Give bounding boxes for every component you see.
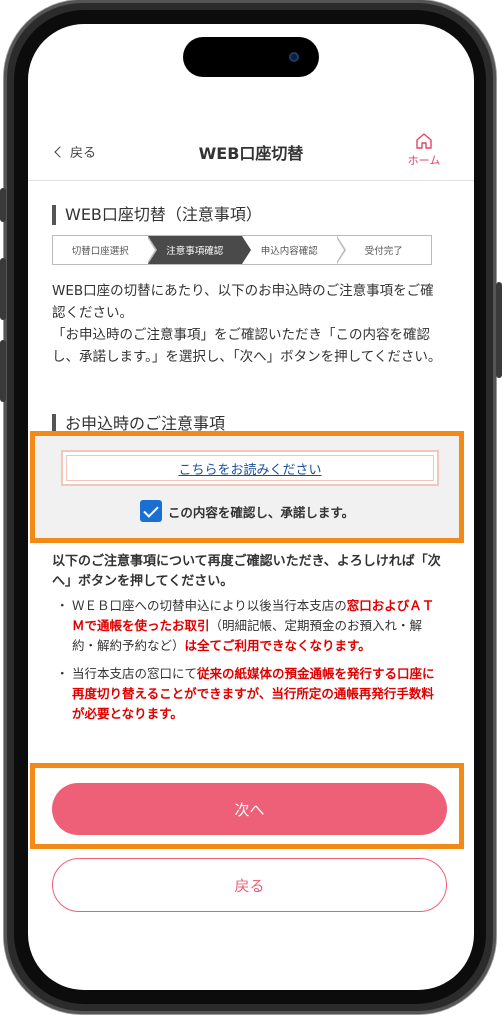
phone-power-button (496, 282, 502, 378)
step-4: 受付完了 (337, 236, 432, 264)
phone-volume-up (0, 258, 6, 320)
step-arrow-icon (146, 236, 157, 264)
app-header: 戻る WEB口座切替 ホーム (28, 122, 474, 181)
note-1-text: ＷＥＢ口座への切替申込により以後当行本支店の窓口およびＡＴＭで通帳を使ったお取引… (72, 596, 444, 656)
list-item: ・ 当行本支店の窓口にて従来の紙媒体の預金通帳を発行する口座に再度切り替えること… (56, 664, 444, 724)
intro-paragraph-2: 「お申込時のご注意事項」をご確認いただき「この内容を確認し、承諾します。」を選択… (52, 327, 442, 365)
step-2-active: 注意事項確認 (147, 236, 251, 264)
step-label: 注意事項確認 (166, 246, 224, 257)
home-icon (416, 133, 432, 149)
reconfirm-notice: 以下のご注意事項について再度ご確認いただき、よろしければ「次へ」ボタンを押してく… (52, 554, 441, 589)
note-2-part-a: 当行本支店の窓口にて (72, 666, 198, 681)
agree-checkbox[interactable] (139, 500, 162, 522)
step-label: 受付完了 (364, 246, 403, 257)
note-2-text: 当行本支店の窓口にて従来の紙媒体の預金通帳を発行する口座に再度切り替えることがで… (72, 664, 444, 724)
intro-text: WEB口座の切替にあたり、以下のお申込時のご注意事項をご確認ください。 「お申込… (52, 280, 444, 368)
home-label: ホーム (407, 154, 441, 167)
agree-checkbox-row[interactable]: この内容を確認し、承諾します。 (35, 500, 459, 522)
read-notes-box: こちらをお読みください (61, 450, 439, 486)
notes-list: ・ ＷＥＢ口座への切替申込により以後当行本支店の窓口およびＡＴＭで通帳を使ったお… (56, 596, 444, 732)
agree-checkbox-label[interactable]: この内容を確認し、承諾します。 (168, 502, 354, 521)
list-item: ・ ＷＥＢ口座への切替申込により以後当行本支店の窓口およびＡＴＭで通帳を使ったお… (56, 596, 444, 656)
phone-volume-down (0, 340, 6, 402)
agreement-highlight-box: こちらをお読みください この内容を確認し、承諾します。 (30, 431, 464, 543)
note-1-part-a: ＷＥＢ口座への切替申込により以後当行本支店の (72, 598, 347, 613)
dynamic-island (183, 37, 319, 77)
bullet-marker: ・ (56, 598, 69, 613)
step-arrow-icon (241, 236, 251, 264)
home-button[interactable]: ホーム (402, 132, 446, 168)
bullet-marker: ・ (56, 666, 69, 681)
intro-paragraph-1: WEB口座の切替にあたり、以下のお申込時のご注意事項をご確認ください。 (52, 283, 434, 321)
next-button[interactable]: 次へ (52, 783, 447, 835)
step-arrow-icon (335, 236, 346, 264)
phone-side-button (0, 188, 6, 222)
section-heading-notes: WEB口座切替（注意事項） (52, 205, 262, 225)
camera-icon (289, 52, 299, 62)
back-button[interactable]: 戻る (52, 858, 447, 912)
step-3: 申込内容確認 (242, 236, 346, 264)
progress-steps: 切替口座選択 注意事項確認 申込内容確認 受付完了 (52, 235, 432, 265)
step-label: 切替口座選択 (71, 246, 129, 257)
step-label: 申込内容確認 (260, 246, 318, 257)
read-notes-link[interactable]: こちらをお読みください (178, 459, 321, 478)
step-1: 切替口座選択 (53, 236, 157, 264)
read-notes-inner: こちらをお読みください (66, 455, 434, 481)
next-highlight-box: 次へ (30, 763, 464, 849)
note-1-warning-2: は全てご利用できなくなります。 (184, 638, 371, 653)
